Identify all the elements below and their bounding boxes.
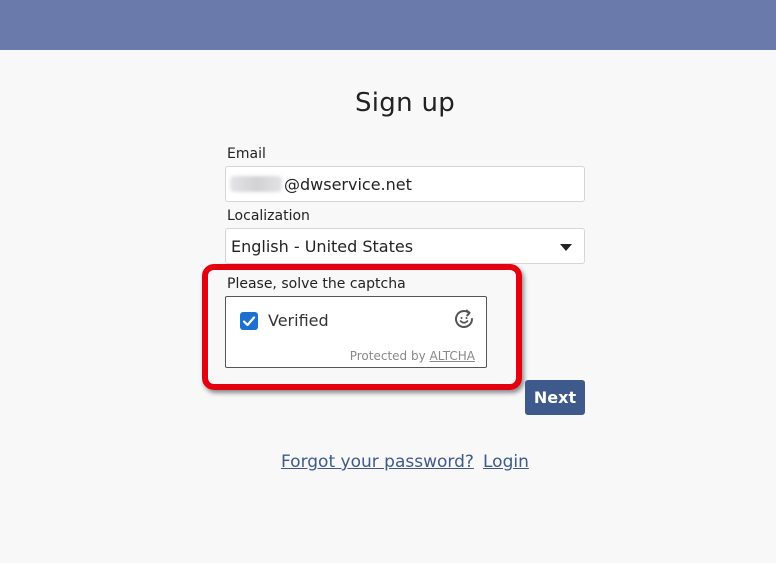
next-button[interactable]: Next — [525, 380, 585, 415]
refresh-icon[interactable] — [452, 307, 476, 331]
page-title: Sign up — [354, 88, 456, 118]
localization-selected-value: English - United States — [231, 236, 414, 256]
protected-by-text: Protected by — [349, 349, 426, 363]
captcha-widget: Verified Protected by ALTCHA — [225, 296, 487, 368]
localization-label: Localization — [227, 208, 310, 224]
forgot-password-link[interactable]: Forgot your password? — [281, 452, 474, 472]
email-value: @dwservice.net — [284, 174, 412, 194]
email-redacted-part — [230, 176, 282, 192]
login-link[interactable]: Login — [483, 452, 529, 472]
altcha-link[interactable]: ALTCHA — [430, 349, 475, 363]
email-field[interactable]: @dwservice.net — [225, 166, 585, 202]
top-bar — [0, 0, 776, 50]
captcha-status: Verified — [268, 311, 329, 330]
chevron-down-icon — [560, 244, 572, 251]
checkmark-icon — [242, 316, 256, 327]
captcha-label: Please, solve the captcha — [227, 276, 406, 292]
captcha-footer: Protected by ALTCHA — [350, 349, 475, 363]
email-label: Email — [227, 146, 266, 162]
localization-select[interactable]: English - United States — [225, 228, 585, 264]
captcha-checkbox[interactable] — [240, 312, 258, 330]
